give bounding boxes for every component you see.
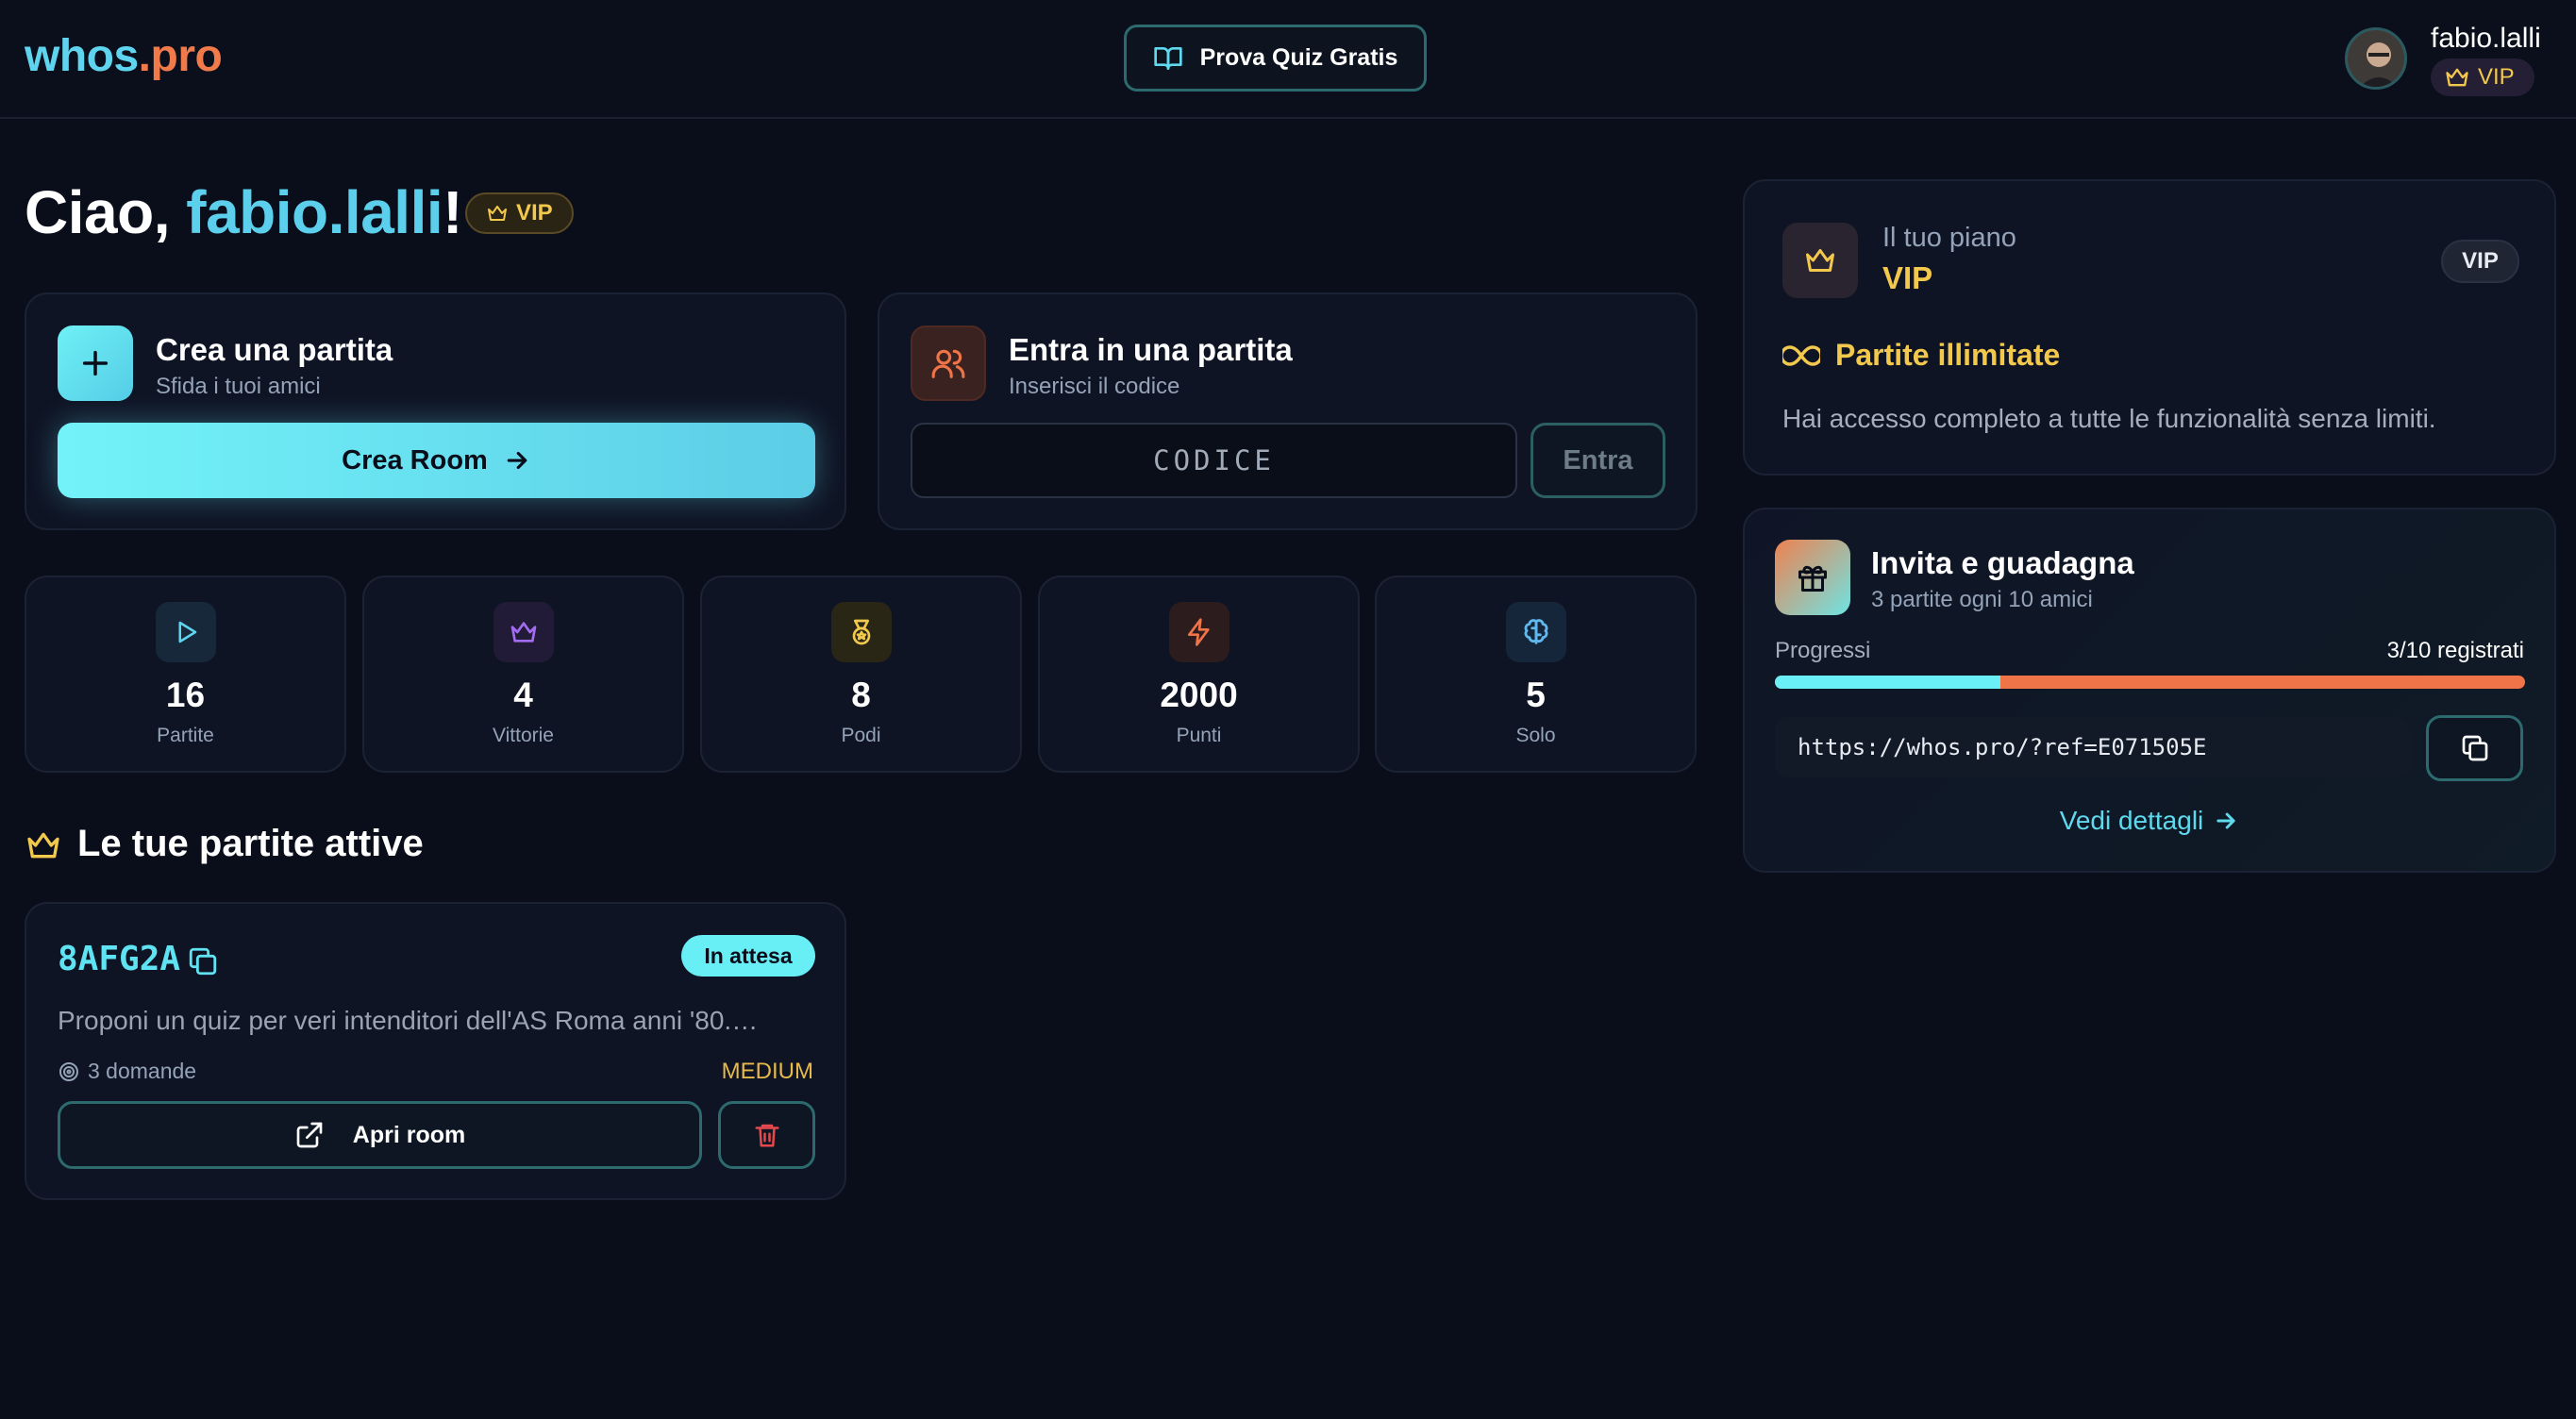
invite-title: Invita e guadagna xyxy=(1871,545,2134,580)
room-code: 8AFG2A xyxy=(58,940,181,978)
join-button[interactable]: Entra xyxy=(1531,423,1665,498)
plan-card: Il tuo piano VIP VIP Partite illimitate … xyxy=(1743,179,2556,476)
stat-card-podiums: 8 Podi xyxy=(700,576,1022,773)
create-card-subtitle: Sfida i tuoi amici xyxy=(156,374,321,399)
users-icon xyxy=(911,326,986,401)
external-link-icon xyxy=(294,1120,325,1150)
progress-bar xyxy=(1775,676,2525,689)
zap-icon xyxy=(1169,602,1229,662)
stat-card-games: 16 Partite xyxy=(25,576,346,773)
plus-icon xyxy=(58,326,133,401)
progress-count: 3/10 registrati xyxy=(2386,638,2524,663)
crown-icon xyxy=(1782,223,1858,298)
active-games-title: Le tue partite attive xyxy=(77,823,424,864)
join-card-title: Entra in una partita xyxy=(1009,332,1293,367)
crown-icon xyxy=(25,826,62,864)
logo[interactable]: whos.pro xyxy=(25,30,223,82)
crown-icon xyxy=(493,602,554,662)
status-badge: In attesa xyxy=(681,935,815,977)
room-code-input[interactable] xyxy=(911,423,1517,498)
crown-icon xyxy=(2444,64,2470,91)
stat-card-points: 2000 Punti xyxy=(1038,576,1360,773)
stat-label: Podi xyxy=(841,725,881,746)
invite-subtitle: 3 partite ogni 10 amici xyxy=(1871,587,2093,612)
room-card: 8AFG2A In attesa Proponi un quiz per ver… xyxy=(25,902,846,1200)
create-card-title: Crea una partita xyxy=(156,332,393,367)
view-details-link[interactable]: Vedi dettagli xyxy=(1745,806,2554,836)
copy-icon xyxy=(2460,733,2490,763)
unlimited-feature: Partite illimitate xyxy=(1782,338,2060,373)
page-title: Ciao, fabio.lalli! xyxy=(25,178,462,246)
create-game-card: Crea una partita Sfida i tuoi amici Crea… xyxy=(25,292,846,530)
stat-label: Punti xyxy=(1176,725,1222,746)
plan-description: Hai accesso completo a tutte le funziona… xyxy=(1782,404,2436,433)
question-count: 3 domande xyxy=(58,1059,196,1084)
delete-room-button[interactable] xyxy=(718,1101,815,1169)
copy-icon[interactable] xyxy=(187,945,219,977)
stat-value: 16 xyxy=(165,676,206,714)
open-room-button[interactable]: Apri room xyxy=(58,1101,702,1169)
plan-badge: VIP xyxy=(2441,240,2519,283)
vip-badge: VIP xyxy=(465,192,574,234)
top-header: whos.pro Prova Quiz Gratis fabio.lalli V… xyxy=(0,0,2576,119)
stat-value: 8 xyxy=(851,676,871,714)
referral-link[interactable]: https://whos.pro/?ref=E071505E xyxy=(1775,717,2410,777)
target-icon xyxy=(58,1060,80,1083)
brain-icon xyxy=(1506,602,1566,662)
progress-label: Progressi xyxy=(1775,638,1871,663)
stat-card-solo: 5 Solo xyxy=(1375,576,1697,773)
invite-card: Invita e guadagna 3 partite ogni 10 amic… xyxy=(1743,508,2556,873)
room-description: Proponi un quiz per veri intenditori del… xyxy=(58,1006,759,1035)
stat-label: Vittorie xyxy=(493,725,554,746)
infinity-icon xyxy=(1782,343,1820,368)
crown-icon xyxy=(486,202,509,225)
create-room-button[interactable]: Crea Room xyxy=(58,423,815,498)
avatar[interactable] xyxy=(2345,27,2407,90)
difficulty-label: MEDIUM xyxy=(721,1059,813,1084)
join-game-card: Entra in una partita Inserisci il codice… xyxy=(878,292,1698,530)
stat-label: Solo xyxy=(1515,725,1556,746)
stat-label: Partite xyxy=(157,725,214,746)
stat-value: 2000 xyxy=(1160,676,1238,714)
arrow-right-icon xyxy=(2213,808,2239,834)
stat-card-wins: 4 Vittorie xyxy=(362,576,684,773)
plan-name: VIP xyxy=(1882,260,1933,295)
plan-label: Il tuo piano xyxy=(1882,223,2016,253)
progress-fill xyxy=(1775,676,2000,689)
user-vip-badge: VIP xyxy=(2431,58,2534,96)
join-card-subtitle: Inserisci il codice xyxy=(1009,374,1180,399)
book-icon xyxy=(1153,43,1183,74)
stat-value: 5 xyxy=(1526,676,1546,714)
trash-icon xyxy=(753,1121,781,1149)
user-name: fabio.lalli xyxy=(2431,23,2541,54)
gift-icon xyxy=(1775,540,1850,615)
arrow-right-icon xyxy=(503,446,531,475)
play-icon xyxy=(156,602,216,662)
stat-value: 4 xyxy=(513,676,533,714)
medal-icon xyxy=(831,602,892,662)
try-quiz-button[interactable]: Prova Quiz Gratis xyxy=(1124,25,1427,92)
copy-link-button[interactable] xyxy=(2426,715,2523,781)
